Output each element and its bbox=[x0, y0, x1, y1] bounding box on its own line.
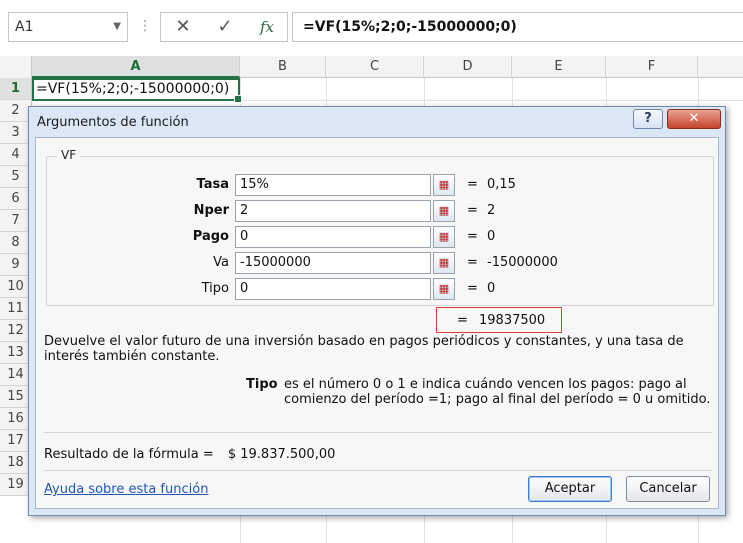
equals-sign: = bbox=[467, 281, 478, 296]
argument-row-tipo: Tipo 0 ▦ = 0 bbox=[47, 278, 707, 300]
nper-input[interactable]: 2 bbox=[235, 200, 431, 222]
row-header[interactable]: 1 bbox=[0, 78, 32, 100]
column-headers: A B C D E F bbox=[0, 56, 743, 78]
close-icon[interactable]: ✕ bbox=[667, 109, 721, 129]
equals-sign: = bbox=[467, 203, 478, 218]
divider bbox=[44, 432, 712, 433]
chevron-down-icon[interactable]: ▼ bbox=[113, 13, 121, 41]
name-box[interactable]: A1 ▼ bbox=[8, 12, 128, 42]
argument-row-nper: Nper 2 ▦ = 2 bbox=[47, 200, 707, 222]
column-header-c[interactable]: C bbox=[326, 56, 424, 78]
function-arguments-dialog: Argumentos de función ? ✕ VF Tasa 15% ▦ … bbox=[28, 106, 726, 516]
function-result: = 19837500 bbox=[436, 307, 562, 333]
function-result-value: 19837500 bbox=[479, 313, 546, 328]
argument-label: Tasa bbox=[196, 177, 229, 192]
enter-icon[interactable]: ✓ bbox=[207, 13, 243, 41]
pago-input[interactable]: 0 bbox=[235, 226, 431, 248]
formula-result-value: $ 19.837.500,00 bbox=[227, 447, 336, 462]
parameter-name: Tipo bbox=[246, 377, 278, 392]
function-description: Devuelve el valor futuro de una inversió… bbox=[44, 334, 684, 364]
formula-buttons: ✕ ✓ fx bbox=[160, 12, 288, 42]
column-header-f[interactable]: F bbox=[606, 56, 698, 78]
parameter-description: es el número 0 o 1 e indica cuándo vence… bbox=[284, 377, 711, 407]
function-name: VF bbox=[57, 148, 81, 162]
equals-sign: = bbox=[457, 313, 468, 328]
formula-input[interactable]: =VF(15%;2;0;-15000000;0) bbox=[292, 12, 743, 42]
range-select-icon[interactable]: ▦ bbox=[433, 252, 455, 274]
more-vertical-icon: ⋮ bbox=[138, 18, 152, 34]
cell-a1[interactable]: =VF(15%;2;0;-15000000;0) bbox=[32, 78, 242, 103]
tipo-input[interactable]: 0 bbox=[235, 278, 431, 300]
select-all-corner[interactable] bbox=[0, 56, 32, 78]
equals-sign: = bbox=[467, 229, 478, 244]
formula-result-label: Resultado de la fórmula = bbox=[44, 447, 214, 462]
name-box-value: A1 bbox=[15, 19, 34, 35]
tasa-input[interactable]: 15% bbox=[235, 174, 431, 196]
argument-result: -15000000 bbox=[487, 255, 558, 270]
range-select-icon[interactable]: ▦ bbox=[433, 174, 455, 196]
function-help-link[interactable]: Ayuda sobre esta función bbox=[44, 482, 208, 497]
column-header-b[interactable]: B bbox=[240, 56, 326, 78]
cancel-button[interactable]: Cancelar bbox=[626, 476, 710, 502]
column-header-a[interactable]: A bbox=[32, 56, 240, 78]
argument-label: Pago bbox=[192, 229, 229, 244]
argument-row-va: Va -15000000 ▦ = -15000000 bbox=[47, 252, 707, 274]
va-input[interactable]: -15000000 bbox=[235, 252, 431, 274]
argument-result: 0,15 bbox=[487, 177, 516, 192]
accept-button[interactable]: Aceptar bbox=[528, 476, 612, 502]
argument-row-tasa: Tasa 15% ▦ = 0,15 bbox=[47, 174, 707, 196]
column-header-d[interactable]: D bbox=[424, 56, 512, 78]
dialog-body: VF Tasa 15% ▦ = 0,15 Nper 2 ▦ = 2 Pago 0… bbox=[35, 137, 719, 509]
range-select-icon[interactable]: ▦ bbox=[433, 200, 455, 222]
insert-function-icon[interactable]: fx bbox=[249, 13, 285, 41]
equals-sign: = bbox=[467, 255, 478, 270]
argument-result: 0 bbox=[487, 229, 496, 244]
argument-result: 2 bbox=[487, 203, 496, 218]
help-icon[interactable]: ? bbox=[633, 109, 663, 129]
equals-sign: = bbox=[467, 177, 478, 192]
argument-result: 0 bbox=[487, 281, 496, 296]
argument-label: Nper bbox=[193, 203, 229, 218]
range-select-icon[interactable]: ▦ bbox=[433, 226, 455, 248]
dialog-title: Argumentos de función bbox=[37, 115, 189, 130]
divider bbox=[44, 470, 712, 471]
cancel-icon[interactable]: ✕ bbox=[165, 13, 201, 41]
argument-label: Va bbox=[213, 255, 229, 270]
column-header-e[interactable]: E bbox=[512, 56, 606, 78]
arguments-group: VF Tasa 15% ▦ = 0,15 Nper 2 ▦ = 2 Pago 0… bbox=[46, 148, 714, 306]
formula-result: Resultado de la fórmula = $ 19.837.500,0… bbox=[44, 447, 335, 462]
argument-label: Tipo bbox=[201, 281, 229, 296]
argument-row-pago: Pago 0 ▦ = 0 bbox=[47, 226, 707, 248]
formula-bar: A1 ▼ ⋮ ✕ ✓ fx =VF(15%;2;0;-15000000;0) bbox=[0, 0, 743, 56]
range-select-icon[interactable]: ▦ bbox=[433, 278, 455, 300]
